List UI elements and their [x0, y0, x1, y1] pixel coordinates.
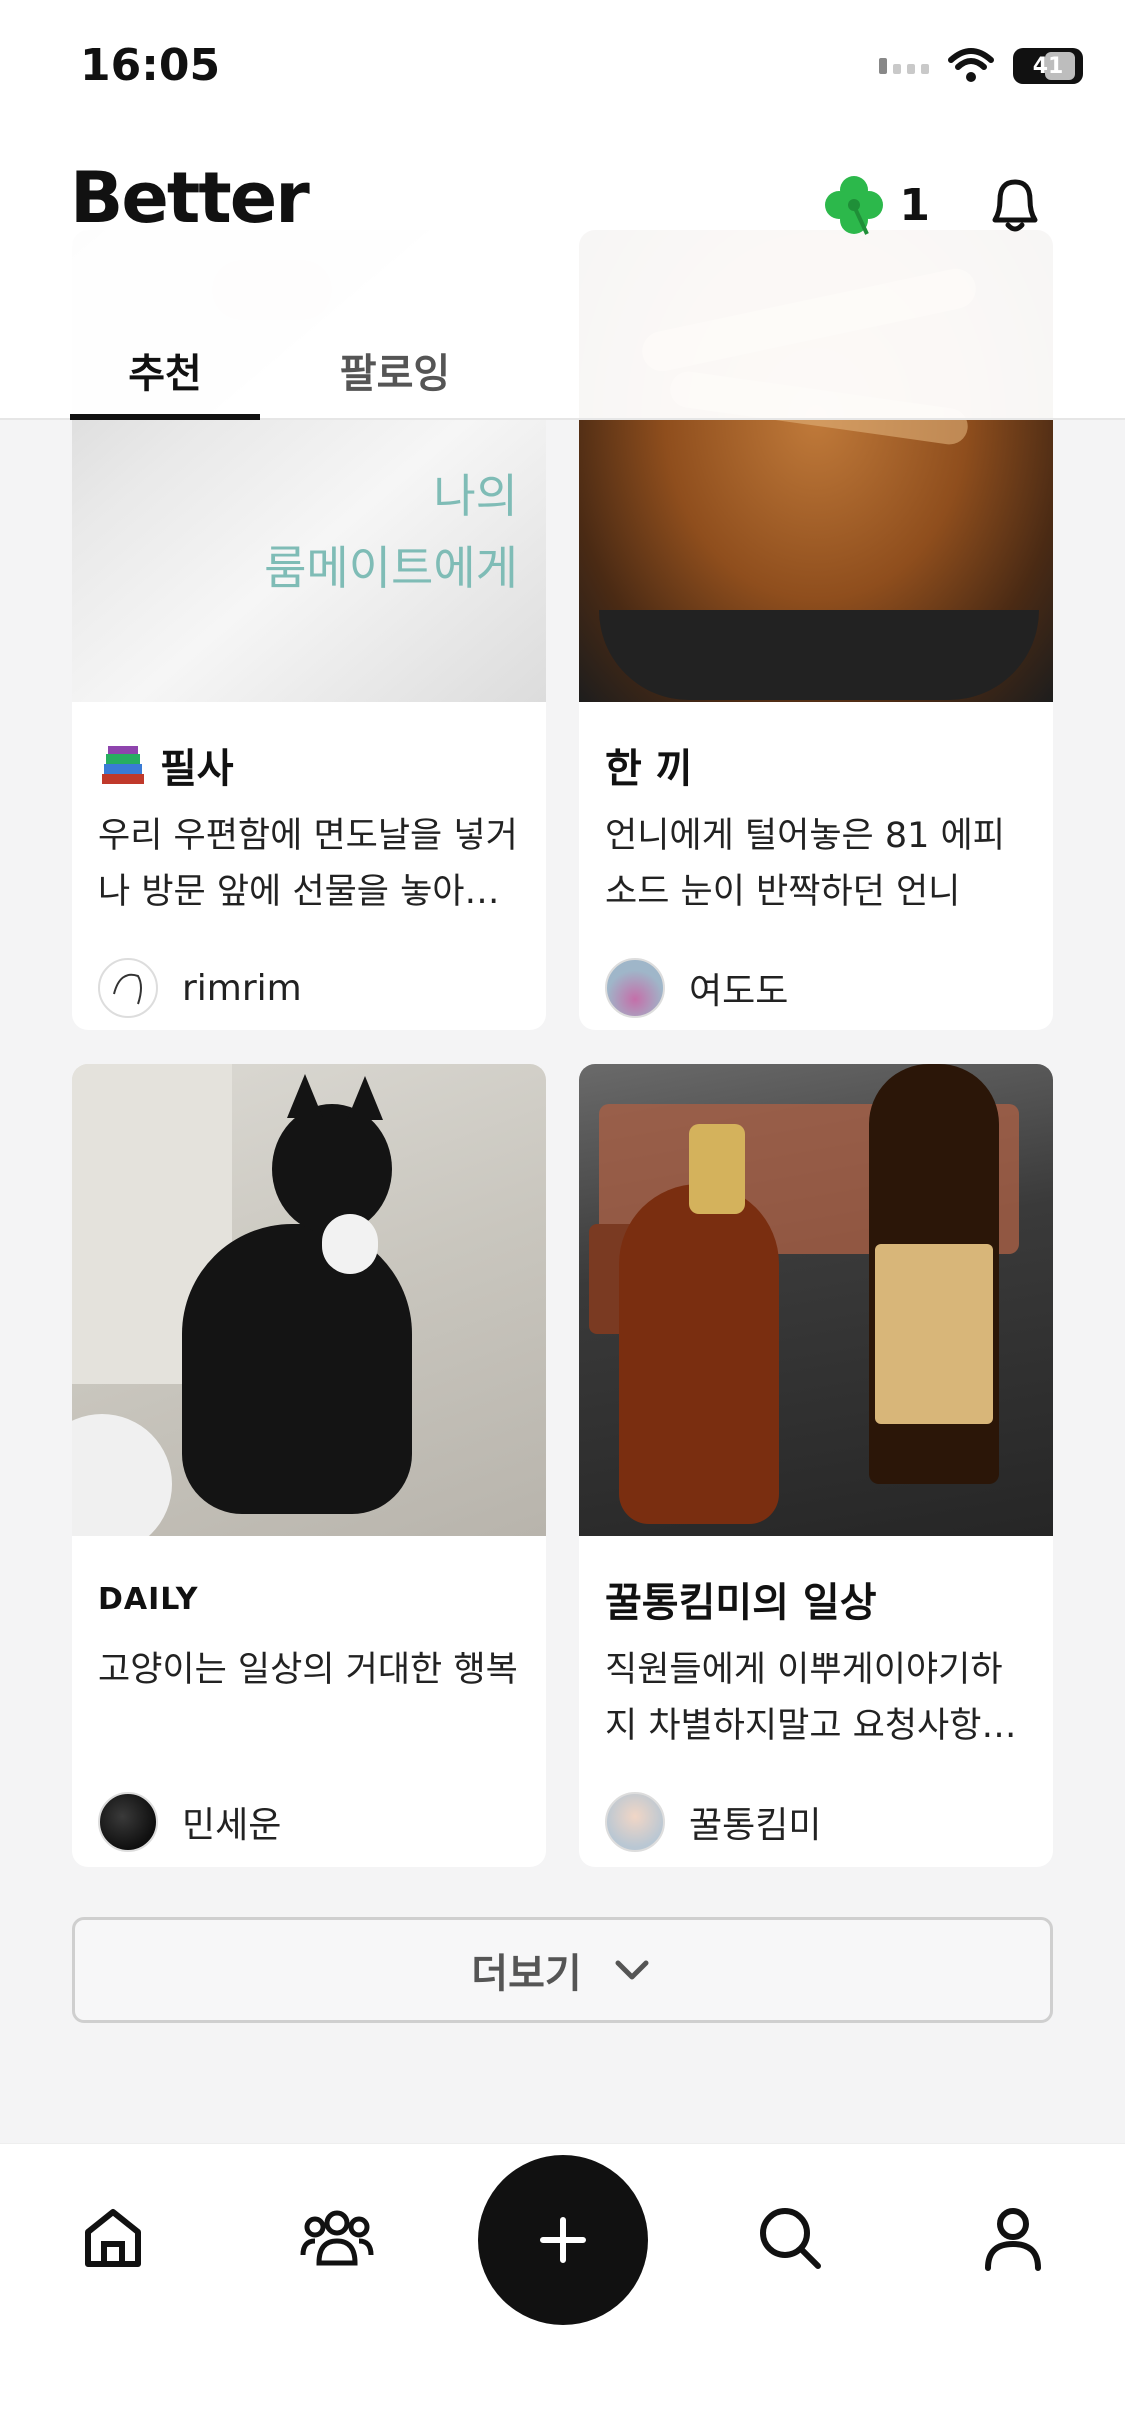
nav-community[interactable] [292, 2192, 382, 2282]
battery-icon: 41 [1013, 48, 1083, 84]
home-icon [85, 2209, 141, 2267]
nav-profile[interactable] [968, 2192, 1058, 2282]
post-card[interactable]: 꿀통킴미의 일상 직원들에게 이뿌게이야기하지 차별하지말고 요청사항… 꿀통킴… [579, 1064, 1053, 1867]
search-icon [760, 2208, 821, 2269]
app-header: Better 1 추천 팔로잉 [0, 135, 1125, 420]
post-excerpt: 언니에게 털어놓은 81 에피소드 눈이 반짝하던 언니는… [605, 816, 1005, 912]
app-logo[interactable]: Better [70, 157, 310, 239]
chevron-down-icon [615, 1960, 649, 1980]
post-title: 한 끼 [605, 746, 693, 792]
load-more-button[interactable]: 더보기 [72, 1917, 1053, 2023]
community-icon [300, 2210, 374, 2266]
create-post-button[interactable] [478, 2155, 648, 2325]
nav-search[interactable] [744, 2192, 834, 2282]
post-image [72, 1064, 546, 1536]
post-title: DAILY [98, 1581, 199, 1617]
tab-recommended[interactable]: 추천 [70, 320, 260, 420]
feed-tabs: 추천 팔로잉 [70, 320, 490, 420]
post-excerpt: 고양이는 일상의 거대한 행복 [98, 1650, 518, 1690]
clover-icon [825, 176, 884, 235]
nav-home[interactable] [68, 2192, 158, 2282]
image-text: 룸메이트에게 [264, 541, 518, 595]
profile-icon [985, 2208, 1041, 2271]
avatar [605, 958, 665, 1018]
author-name: 민세운 [182, 1805, 282, 1846]
post-excerpt: 우리 우편함에 면도날을 넣거나 방문 앞에 선물을 놓아… [98, 816, 518, 912]
wifi-icon [948, 48, 994, 82]
post-author[interactable]: rimrim [98, 958, 520, 1018]
avatar [605, 1792, 665, 1852]
post-author[interactable]: 민세운 [98, 1792, 520, 1852]
clover-counter[interactable]: 1 [819, 170, 930, 240]
signal-icon [879, 58, 929, 74]
avatar [98, 1792, 158, 1852]
post-excerpt: 직원들에게 이뿌게이야기하지 차별하지말고 요청사항… [605, 1650, 1017, 1746]
post-author[interactable]: 여도도 [605, 958, 1027, 1018]
post-title: 필사 [98, 738, 520, 792]
image-text: 나의 [433, 469, 518, 523]
status-time: 16:05 [80, 40, 221, 91]
post-author[interactable]: 꿀통킴미 [605, 1792, 1027, 1852]
avatar [98, 958, 158, 1018]
load-more-label: 더보기 [471, 1951, 582, 1997]
plus-icon [540, 2217, 586, 2263]
status-bar: 16:05 41 [0, 0, 1125, 135]
bell-icon[interactable] [980, 170, 1050, 240]
post-image [579, 1064, 1053, 1536]
clover-count: 1 [899, 179, 930, 231]
status-icons: 41 [879, 48, 1083, 84]
tab-following[interactable]: 팔로잉 [300, 320, 490, 420]
author-name: 여도도 [689, 971, 789, 1012]
author-name: 꿀통킴미 [689, 1805, 822, 1846]
post-title: 꿀통킴미의 일상 [605, 1580, 877, 1626]
author-name: rimrim [182, 967, 302, 1009]
post-card[interactable]: DAILY 고양이는 일상의 거대한 행복 민세운 [72, 1064, 546, 1867]
books-emoji-icon [102, 746, 144, 784]
